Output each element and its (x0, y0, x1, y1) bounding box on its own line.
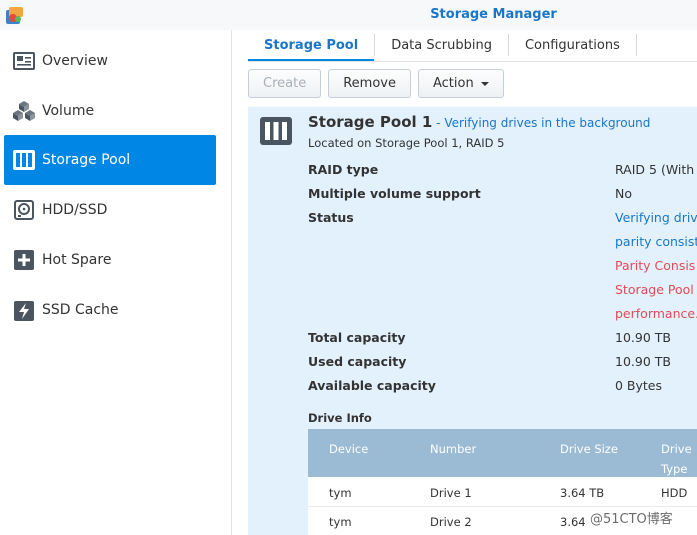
status-line: performance. (615, 306, 697, 321)
cell-number: Drive 1 (430, 486, 472, 500)
action-dropdown-button[interactable]: Action (417, 69, 504, 98)
raid-type-value: RAID 5 (With (615, 162, 695, 177)
available-capacity-label: Available capacity (308, 378, 436, 393)
column-header-device[interactable]: Device (329, 439, 368, 459)
sidebar-item-label: HDD/SSD (42, 202, 108, 218)
tab-divider (635, 34, 637, 56)
overview-icon (12, 49, 36, 73)
pool-location: Located on Storage Pool 1, RAID 5 (308, 136, 505, 150)
cell-size: 3.64 TB (560, 486, 605, 500)
hdd-disk-icon (12, 198, 36, 222)
table-row[interactable]: tym Drive 1 3.64 TB HDD (308, 478, 697, 507)
sidebar-item-label: Storage Pool (42, 152, 131, 168)
tab-bar: Storage Pool Data Scrubbing Configuratio… (248, 30, 637, 62)
multiple-volume-label: Multiple volume support (308, 186, 481, 201)
sidebar: Overview Volume Storage Pool HDD/SSD Hot… (0, 30, 232, 535)
sidebar-item-volume[interactable]: Volume (4, 86, 216, 136)
title-bar: Storage Manager (0, 0, 697, 30)
used-capacity-value: 10.90 TB (615, 354, 671, 369)
status-line: Verifying drive (615, 210, 697, 225)
used-capacity-label: Used capacity (308, 354, 407, 369)
toolbar: Create Remove Action (248, 69, 511, 99)
tab-storage-pool[interactable]: Storage Pool (248, 30, 375, 62)
pool-status: Verifying drives in the background (444, 116, 651, 130)
cell-number: Drive 2 (430, 515, 472, 529)
create-button[interactable]: Create (248, 69, 322, 98)
volume-cubes-icon (12, 99, 36, 123)
cell-size: 3.64 (560, 515, 586, 529)
main-content: Storage Pool Data Scrubbing Configuratio… (233, 30, 697, 535)
sidebar-item-hot-spare[interactable]: Hot Spare (4, 235, 216, 285)
status-line: parity consist (615, 234, 697, 249)
sidebar-item-hdd-ssd[interactable]: HDD/SSD (4, 185, 216, 235)
sidebar-item-label: Hot Spare (42, 252, 112, 268)
cell-device: tym (329, 486, 352, 500)
column-header-number[interactable]: Number (430, 439, 476, 459)
column-header-drive-size[interactable]: Drive Size (560, 439, 618, 459)
remove-button[interactable]: Remove (328, 69, 411, 98)
tab-configurations[interactable]: Configurations (509, 30, 636, 60)
storage-pool-icon (260, 117, 292, 145)
total-capacity-value: 10.90 TB (615, 330, 671, 345)
raid-type-label: RAID type (308, 162, 379, 177)
tab-underline-divider (248, 61, 697, 62)
window-title: Storage Manager (430, 7, 557, 22)
sidebar-item-storage-pool[interactable]: Storage Pool (4, 135, 216, 185)
tab-data-scrubbing[interactable]: Data Scrubbing (375, 30, 508, 60)
column-header-drive-type-line: Type (661, 462, 688, 476)
hot-spare-plus-icon (12, 248, 36, 272)
cell-device: tym (329, 515, 352, 529)
status-line: Parity Consis (615, 258, 696, 273)
cell-type: HDD (661, 486, 688, 500)
multiple-volume-value: No (615, 186, 632, 201)
action-button-label: Action (432, 76, 474, 91)
pool-status-separator: - (432, 116, 445, 130)
ssd-cache-bolt-icon (12, 298, 36, 322)
pool-name: Storage Pool 1 (308, 113, 433, 131)
drive-info-title: Drive Info (308, 411, 372, 425)
pool-title: Storage Pool 1 - Verifying drives in the… (308, 113, 650, 131)
column-header-drive-type-line: Drive (661, 442, 692, 456)
table-header: Device Number Drive Size Drive Type (308, 429, 697, 477)
storage-pool-icon (12, 148, 36, 172)
sidebar-item-ssd-cache[interactable]: SSD Cache (4, 285, 216, 335)
column-header-drive-type[interactable]: Drive Type (661, 439, 692, 479)
status-label: Status (308, 210, 354, 225)
storage-pool-panel[interactable]: Storage Pool 1 - Verifying drives in the… (248, 107, 697, 535)
sidebar-item-label: Volume (42, 103, 95, 119)
total-capacity-label: Total capacity (308, 330, 406, 345)
sidebar-item-label: SSD Cache (42, 302, 119, 318)
watermark-text: @51CTO博客 (590, 512, 673, 527)
sidebar-item-overview[interactable]: Overview (4, 36, 216, 86)
sidebar-item-label: Overview (42, 53, 108, 69)
available-capacity-value: 0 Bytes (615, 378, 663, 393)
status-line: Storage Pool (615, 282, 694, 297)
caret-down-icon (480, 81, 489, 86)
